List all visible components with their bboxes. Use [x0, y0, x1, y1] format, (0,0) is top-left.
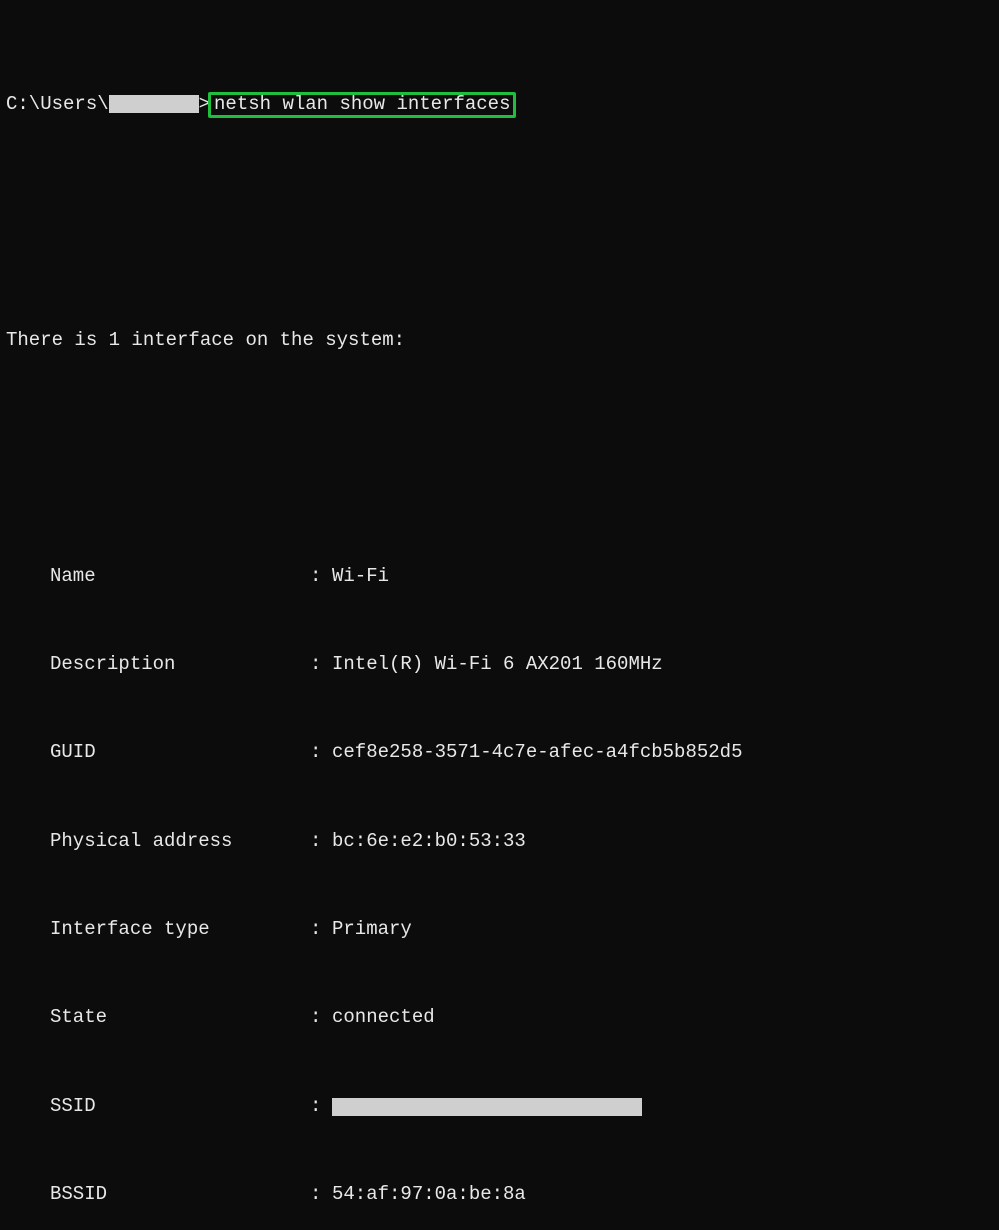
header-line: There is 1 interface on the system:: [6, 326, 993, 356]
label-bssid: BSSID: [50, 1180, 310, 1209]
label-name: Name: [50, 562, 310, 591]
value-interface-type: Primary: [332, 915, 412, 944]
value-description: Intel(R) Wi-Fi 6 AX201 160MHz: [332, 650, 663, 679]
blank-line: [6, 208, 993, 238]
command-highlight: netsh wlan show interfaces: [208, 92, 516, 118]
field-interface-type: Interface type:Primary: [6, 915, 993, 945]
value-name: Wi-Fi: [332, 562, 389, 591]
value-guid: cef8e258-3571-4c7e-afec-a4fcb5b852d5: [332, 738, 742, 767]
field-guid: GUID:cef8e258-3571-4c7e-afec-a4fcb5b852d…: [6, 738, 993, 768]
field-ssid: SSID:: [6, 1092, 993, 1122]
label-interface-type: Interface type: [50, 915, 310, 944]
field-name: Name:Wi-Fi: [6, 562, 993, 592]
redacted-username: [109, 95, 199, 113]
label-description: Description: [50, 650, 310, 679]
command-text: netsh wlan show interfaces: [214, 90, 510, 119]
label-physical-address: Physical address: [50, 827, 310, 856]
field-state: State:connected: [6, 1003, 993, 1033]
value-state: connected: [332, 1003, 435, 1032]
label-state: State: [50, 1003, 310, 1032]
blank-line: [6, 444, 993, 474]
prompt-path: C:\Users\: [6, 90, 109, 119]
header-text: There is 1 interface on the system:: [6, 326, 405, 355]
label-ssid: SSID: [50, 1092, 310, 1121]
prompt-line: C:\Users\>netsh wlan show interfaces: [6, 90, 993, 120]
redacted-ssid: [332, 1098, 642, 1116]
field-bssid: BSSID:54:af:97:0a:be:8a: [6, 1180, 993, 1210]
value-physical-address: bc:6e:e2:b0:53:33: [332, 827, 526, 856]
terminal-output[interactable]: C:\Users\>netsh wlan show interfaces The…: [0, 0, 999, 1230]
field-description: Description:Intel(R) Wi-Fi 6 AX201 160MH…: [6, 650, 993, 680]
label-guid: GUID: [50, 738, 310, 767]
value-bssid: 54:af:97:0a:be:8a: [332, 1180, 526, 1209]
field-physical-address: Physical address:bc:6e:e2:b0:53:33: [6, 827, 993, 857]
